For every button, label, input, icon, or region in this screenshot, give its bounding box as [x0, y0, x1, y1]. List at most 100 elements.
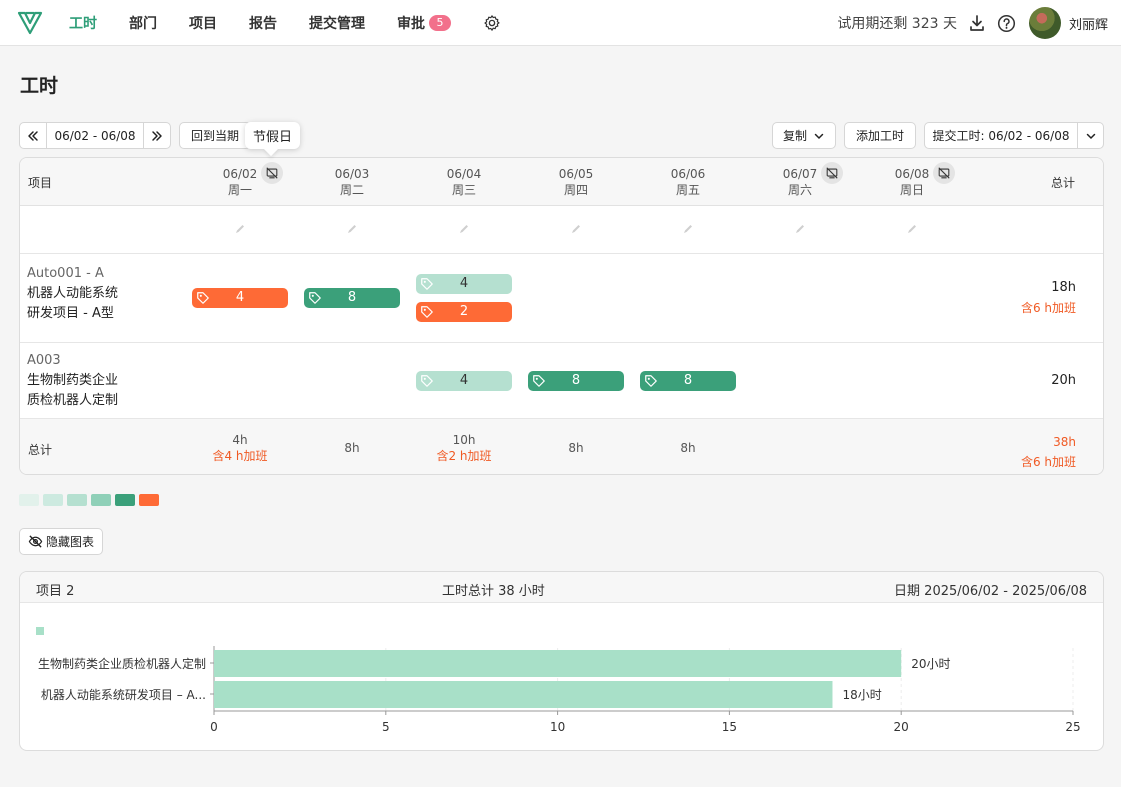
row-total-hours: 18h — [1051, 280, 1076, 295]
hide-chart-label: 隐藏图表 — [45, 535, 94, 549]
day-weekday: 周四 — [563, 183, 588, 197]
submit-options-dropdown[interactable] — [1077, 122, 1104, 149]
edit-pencil-icon[interactable] — [794, 223, 806, 235]
time-entry-hours: 8 — [683, 373, 693, 388]
tag-icon — [309, 292, 321, 304]
total-column-header: 总计 — [1050, 176, 1075, 190]
next-week-button[interactable] — [143, 122, 171, 149]
footer-label: 总计 — [28, 443, 53, 457]
time-entry-pill[interactable]: 8 — [304, 288, 400, 308]
edit-pencil-icon[interactable] — [458, 223, 470, 235]
project-hours-bar-chart: 生物制药类企业质检机器人定制 20小时机器人动能系统研发项目 – A... 18小时… — [36, 627, 1081, 734]
project-info[interactable]: A003 生物制药类企业 质检机器人定制 — [27, 351, 118, 411]
day-total-hours: 8h — [344, 441, 360, 455]
chart-data-label: 18小时 — [842, 688, 881, 702]
app-logo-icon[interactable] — [17, 10, 43, 36]
tag-icon — [421, 306, 433, 318]
grand-total: 38h 含6 h加班 — [1021, 432, 1076, 472]
double-chevron-left-icon — [28, 130, 38, 141]
time-entry-pill[interactable]: 8 — [640, 371, 736, 391]
color-legend-swatch — [67, 494, 87, 506]
time-entry-pill[interactable]: 4 — [192, 288, 288, 308]
row-overtime: 含6 h加班 — [1020, 301, 1076, 315]
time-entry-pill[interactable]: 4 — [416, 371, 512, 391]
top-navigation-bar: 工时 部门 项目 报告 提交管理 审批 5 试用期还剩 323 天 刘丽辉 — [0, 0, 1121, 46]
chart-x-tick-label: 10 — [550, 720, 565, 734]
project-column-header: 项目 — [28, 176, 53, 190]
day-weekday: 周五 — [675, 183, 700, 197]
back-to-current-button[interactable]: 回到当期 — [179, 122, 251, 149]
edit-pencil-icon[interactable] — [906, 223, 918, 235]
chart-x-tick-label: 20 — [894, 720, 909, 734]
project-name-line1: 机器人动能系统 — [27, 286, 119, 301]
edit-pencil-icon[interactable] — [682, 223, 694, 235]
project-name-line2: 研发项目 - A型 — [27, 306, 114, 321]
download-icon[interactable] — [967, 13, 987, 33]
time-entry-pill[interactable]: 4 — [416, 274, 512, 294]
submit-timesheet-button[interactable]: 提交工时: 06/02 - 06/08 — [924, 122, 1078, 149]
time-entry-hours: 2 — [459, 304, 469, 319]
holiday-toggle-icon[interactable] — [821, 162, 843, 184]
time-entry-hours: 4 — [235, 290, 245, 305]
edit-row — [20, 206, 1103, 254]
project-info[interactable]: Auto001 - A 机器人动能系统 研发项目 - A型 — [27, 264, 118, 324]
user-avatar[interactable] — [1028, 7, 1061, 39]
holiday-toggle-icon[interactable] — [261, 162, 283, 184]
time-entry-hours: 8 — [571, 373, 581, 388]
nav-settings[interactable] — [483, 14, 501, 32]
trial-remaining-text: 试用期还剩 323 天 — [837, 16, 957, 32]
tag-icon — [645, 375, 657, 387]
chart-category-label: 机器人动能系统研发项目 – A... — [41, 687, 206, 702]
chart-x-tick-label: 0 — [210, 720, 218, 734]
top-right-area: 试用期还剩 323 天 刘丽辉 — [837, 0, 1108, 46]
edit-pencil-icon[interactable] — [234, 223, 246, 235]
table-row: Auto001 - A 机器人动能系统 研发项目 - A型 18h 含6 h加班… — [20, 254, 1103, 343]
day-total-cell: 8h — [304, 440, 400, 456]
holiday-toggle-icon[interactable] — [933, 162, 955, 184]
copy-dropdown-button[interactable]: 复制 — [772, 122, 836, 149]
page-title: 工时 — [20, 75, 59, 97]
nav-project[interactable]: 项目 — [189, 13, 217, 33]
previous-week-button[interactable] — [19, 122, 47, 149]
day-total-hours: 4h — [232, 433, 248, 447]
chart-bar — [214, 650, 902, 677]
nav-department[interactable]: 部门 — [129, 13, 157, 33]
help-icon[interactable] — [997, 13, 1017, 33]
project-name-line1: 生物制药类企业 — [27, 373, 119, 388]
day-date: 06/03 — [334, 167, 370, 181]
nav-timesheet[interactable]: 工时 — [69, 13, 97, 33]
tag-icon — [421, 278, 433, 290]
user-name[interactable]: 刘丽辉 — [1069, 14, 1108, 33]
chevron-down-icon — [1086, 133, 1095, 139]
edit-pencil-icon[interactable] — [570, 223, 582, 235]
day-total-cell: 10h 含2 h加班 — [416, 432, 512, 464]
day-total-hours: 10h — [452, 433, 476, 447]
day-total-hours: 8h — [680, 441, 696, 455]
chart-card: 项目 2 工时总计 38 小时 日期 2025/06/02 - 2025/06/… — [19, 571, 1104, 751]
time-entry-pill[interactable]: 2 — [416, 302, 512, 322]
day-column-header: 06/04 周三 — [416, 166, 512, 198]
color-legend-swatch — [91, 494, 111, 506]
time-entry-hours: 4 — [459, 276, 469, 291]
chart-x-tick-label: 5 — [382, 720, 390, 734]
tag-icon — [421, 375, 433, 387]
hide-chart-button[interactable]: 隐藏图表 — [19, 528, 103, 555]
tag-icon — [197, 292, 209, 304]
nav-report[interactable]: 报告 — [249, 13, 277, 33]
nav-approval[interactable]: 审批 5 — [397, 13, 451, 33]
table-row: A003 生物制药类企业 质检机器人定制 20h 4 8 8 — [20, 343, 1103, 419]
approval-count-badge: 5 — [429, 15, 451, 31]
day-total-cell: 4h 含4 h加班 — [192, 432, 288, 464]
week-range-picker[interactable]: 06/02 - 06/08 — [46, 122, 144, 149]
main-nav: 工时 部门 项目 报告 提交管理 审批 5 — [69, 0, 533, 46]
add-time-button[interactable]: 添加工时 — [844, 122, 916, 149]
nav-submission-management[interactable]: 提交管理 — [309, 13, 365, 33]
chart-x-tick-label: 25 — [1065, 720, 1080, 734]
edit-pencil-icon[interactable] — [346, 223, 358, 235]
color-legend-swatch — [43, 494, 63, 506]
chevron-down-icon — [814, 133, 824, 139]
grand-total-hours: 38h — [1053, 435, 1076, 449]
project-name-line2: 质检机器人定制 — [27, 393, 119, 408]
time-entry-pill[interactable]: 8 — [528, 371, 624, 391]
day-column-header: 06/05 周四 — [528, 166, 624, 198]
